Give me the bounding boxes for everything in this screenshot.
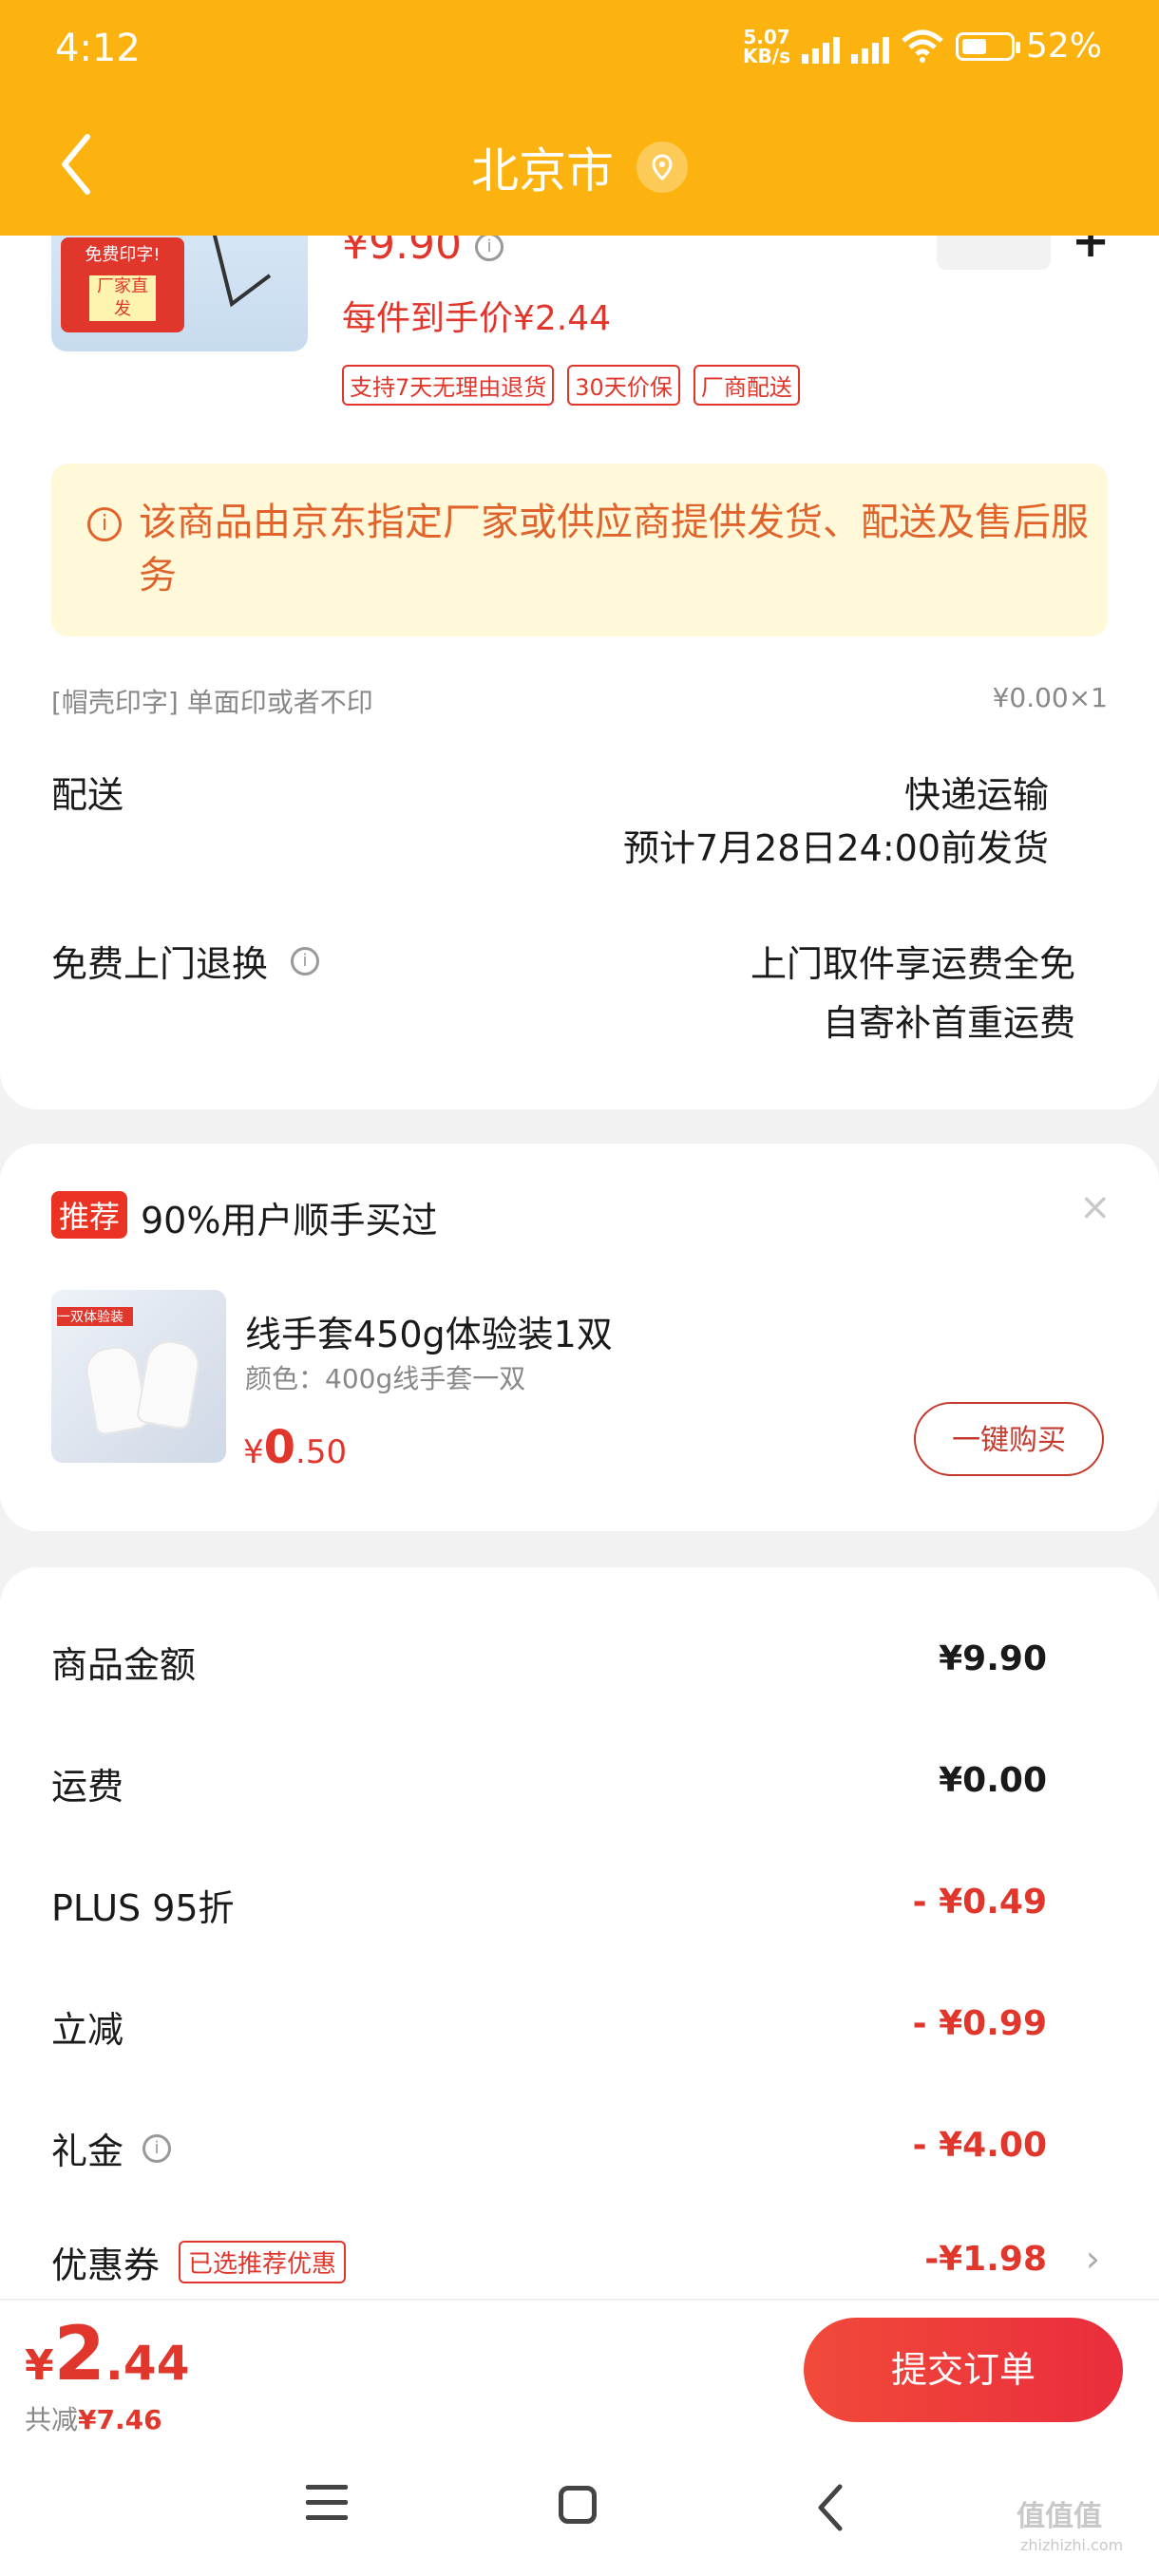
chevron-right-icon[interactable]: › — [1086, 2238, 1100, 2280]
summary-row-plus: PLUS 95折 - ¥0.49 — [51, 1883, 1047, 1929]
notice-text: 该商品由京东指定厂家或供应商提供发货、配送及售后服务 — [139, 501, 1089, 597]
wifi-icon — [902, 29, 943, 63]
status-time: 4:12 — [55, 27, 141, 70]
summary-row-gift: 礼金 i - ¥4.00 — [51, 2126, 1047, 2172]
battery-icon — [955, 31, 1020, 61]
shipping-eta: 预计7月28日24:00前发货 — [622, 827, 1049, 869]
return-line2: 自寄补首重运费 — [822, 1002, 1075, 1044]
home-icon[interactable] — [559, 2486, 597, 2524]
imprint-option: [帽壳印字] 单面印或者不印 — [51, 687, 373, 718]
title-text: 北京市 — [471, 143, 614, 199]
signal-icon — [850, 29, 889, 64]
summary-row-subtotal: 商品金额 ¥9.90 — [51, 1639, 1047, 1686]
shipping-label: 配送 — [51, 774, 124, 816]
recommend-badge: 推荐 — [51, 1191, 128, 1239]
info-icon[interactable]: i — [142, 2133, 172, 2163]
watermark: 值值值 — [1016, 2500, 1102, 2533]
shipping-method[interactable]: 快递运输 — [904, 766, 1049, 818]
menu-icon[interactable] — [306, 2485, 348, 2530]
summary-row-coupon[interactable]: 优惠券 已选推荐优惠 -¥1.98 › — [51, 2236, 1108, 2293]
recommend-product-name[interactable]: 线手套450g体验装1双 — [245, 1305, 613, 1357]
tag-return: 支持7天无理由退货 — [342, 365, 555, 406]
watermark-url: zhizhizhi.com — [1020, 2536, 1124, 2554]
net-speed: 5.07 KB/s — [743, 25, 790, 67]
location-pin-icon[interactable] — [636, 142, 688, 193]
battery-percent: 52% — [1025, 27, 1102, 66]
page-title[interactable]: 北京市 — [0, 133, 1159, 201]
total-price: ¥2.44 — [25, 2312, 190, 2397]
recommend-product-color: 颜色：400g线手套一双 — [245, 1363, 526, 1394]
imprint-price: ¥0.00×1 — [992, 682, 1108, 713]
image-badge: 免费印字! 厂家直发 — [61, 237, 184, 332]
tag-vendor-delivery: 厂商配送 — [693, 365, 800, 406]
summary-row-shipping: 运费 ¥0.00 — [51, 1761, 1047, 1808]
recommend-title: 90%用户顺手买过 — [141, 1200, 438, 1241]
summary-row-discount: 立减 - ¥0.99 — [51, 2004, 1047, 2051]
status-bar-right: 5.07 KB/s 52% — [743, 27, 1102, 66]
info-icon[interactable]: i — [291, 946, 320, 975]
info-icon: i — [87, 507, 122, 541]
close-icon[interactable]: × — [1079, 1185, 1112, 1229]
submit-order-button[interactable]: 提交订单 — [804, 2318, 1123, 2422]
service-tags: 支持7天无理由退货 30天价保 厂商配送 — [342, 365, 800, 406]
return-label: 免费上门退换 i — [51, 935, 320, 987]
back-icon[interactable] — [813, 2481, 847, 2534]
unit-price: 每件到手价¥2.44 — [342, 299, 612, 338]
price-summary-card: 商品金额 ¥9.90 运费 ¥0.00 PLUS 95折 - ¥0.49 立减 … — [0, 1567, 1159, 2308]
coupon-tag: 已选推荐优惠 — [179, 2241, 347, 2283]
recommend-price: ¥0.50 — [243, 1421, 348, 1474]
vendor-notice: i 该商品由京东指定厂家或供应商提供发货、配送及售后服务 — [51, 464, 1108, 636]
quick-buy-button[interactable]: 一键购买 — [914, 1402, 1104, 1476]
recommend-product-image[interactable]: 一双体验装 — [51, 1290, 226, 1463]
return-line1: 上门取件享运费全免 — [750, 943, 1075, 985]
tag-price-protect: 30天价保 — [567, 365, 680, 406]
total-saving: 共减¥7.46 — [25, 2404, 162, 2435]
signal-icon — [801, 29, 840, 64]
info-icon[interactable]: i — [474, 233, 504, 261]
